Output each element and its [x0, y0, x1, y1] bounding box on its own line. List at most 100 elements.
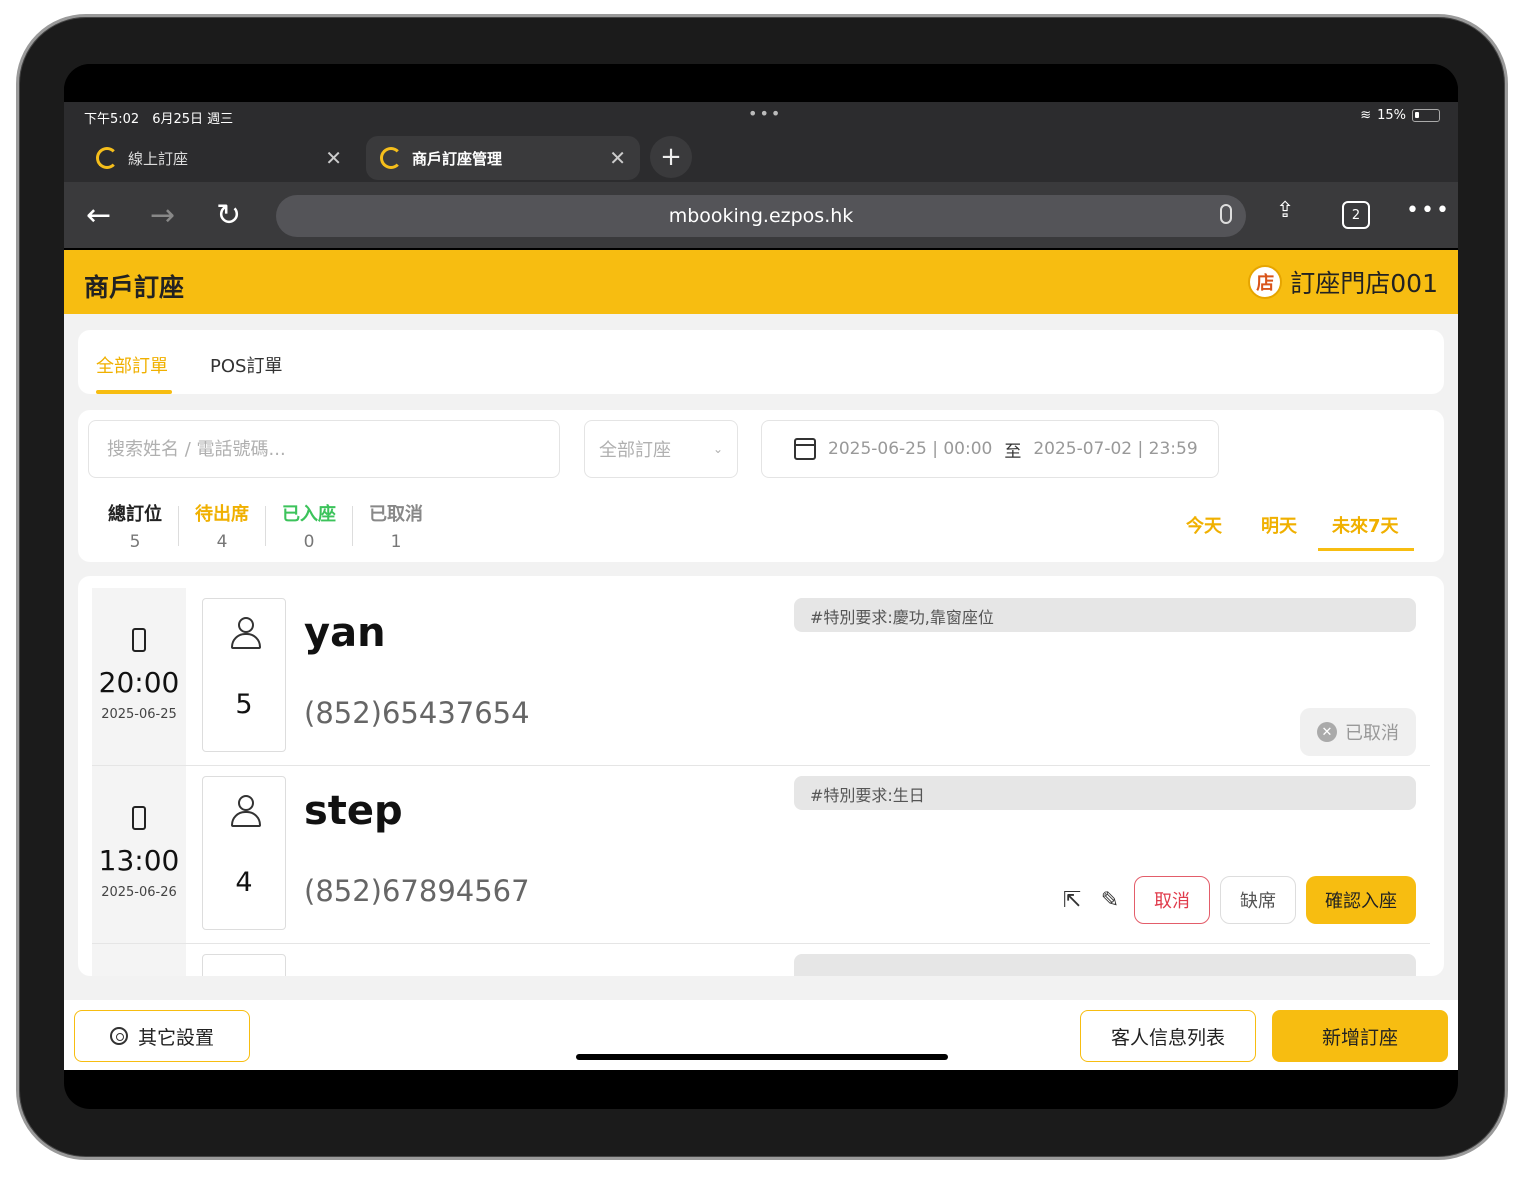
customer-phone: (852)67894567 [304, 874, 530, 908]
tab-pos-orders[interactable]: POS訂單 [210, 352, 282, 378]
booking-time-column: 20:00 2025-06-25 [92, 588, 186, 765]
stat-label: 已取消 [369, 504, 423, 525]
date-to: 2025-07-02 | 23:59 [1033, 439, 1198, 459]
active-quick-indicator [1318, 548, 1414, 551]
cancel-circle-icon: ✕ [1317, 722, 1337, 742]
url-text: mbooking.ezpos.hk [668, 205, 854, 227]
booking-date: 2025-06-26 [101, 885, 177, 900]
quick-tomorrow[interactable]: 明天 [1261, 512, 1297, 538]
guest-list-button[interactable]: 客人信息列表 [1080, 1010, 1256, 1062]
stat-label: 待出席 [195, 504, 249, 525]
reload-icon[interactable]: ↻ [216, 198, 241, 233]
person-icon [229, 795, 261, 827]
browser-tab-booking[interactable]: 線上訂座 ✕ [82, 136, 356, 180]
status-time: 下午5:02 6月25日 週三 [84, 112, 234, 127]
mobile-phone-icon [132, 806, 146, 830]
site-logo-icon [380, 147, 402, 169]
forward-arrow-icon[interactable]: → [150, 198, 175, 233]
booking-type-select[interactable]: 全部訂座 ⌄ [584, 420, 738, 478]
site-logo-icon [96, 147, 118, 169]
stat-count: 5 [129, 532, 141, 552]
new-booking-button[interactable]: 新增訂座 [1272, 1010, 1448, 1062]
multitask-dots-icon[interactable]: ••• [748, 104, 782, 123]
chevron-down-icon: ⌄ [712, 442, 723, 456]
guest-count: 5 [235, 689, 253, 720]
address-bar[interactable]: mbooking.ezpos.hk [276, 195, 1246, 237]
search-input[interactable] [88, 420, 560, 478]
tab-title: 商戶訂座管理 [412, 149, 503, 168]
guest-count: 4 [235, 867, 253, 898]
settings-icon [109, 1027, 128, 1045]
app-content: 商戶訂座 店 訂座門店001 全部訂單 POS訂單 全部訂座 ⌄ 2025-06… [64, 250, 1458, 1070]
special-request-note: #特別要求:慶功,靠窗座位 [794, 598, 1416, 632]
tab-count-button[interactable]: 2 [1342, 201, 1370, 229]
store-name: 訂座門店001 [1290, 269, 1438, 298]
app-header: 商戶訂座 店 訂座門店001 [64, 250, 1458, 314]
new-tab-button[interactable]: + [650, 136, 692, 178]
customer-phone: (852)65437654 [304, 696, 530, 730]
quick-next-7-days[interactable]: 未來7天 [1332, 512, 1399, 538]
quick-today[interactable]: 今天 [1186, 512, 1222, 538]
other-settings-button[interactable]: 其它設置 [74, 1010, 250, 1062]
home-indicator [576, 1054, 948, 1060]
no-show-button[interactable]: 缺席 [1220, 876, 1296, 924]
customer-name: yan [304, 610, 386, 656]
guest-count-box [202, 954, 286, 976]
booking-list: 20:00 2025-06-25 5 yan (852)65437654 #特別… [78, 576, 1444, 976]
close-icon[interactable]: ✕ [325, 146, 342, 170]
tab-title: 線上訂座 [128, 149, 189, 168]
close-icon[interactable]: ✕ [609, 146, 626, 170]
confirm-seated-button[interactable]: 確認入座 [1306, 876, 1416, 924]
select-value: 全部訂座 [599, 440, 671, 461]
status-label: 已取消 [1345, 723, 1399, 744]
stat-count: 4 [216, 532, 228, 552]
booking-time-column [92, 944, 186, 976]
stat-label: 已入座 [282, 504, 336, 525]
other-settings-label: 其它設置 [137, 1026, 214, 1049]
person-icon [229, 617, 261, 649]
battery-percent: 15% [1377, 108, 1406, 123]
store-selector[interactable]: 店 訂座門店001 [1248, 264, 1438, 300]
page-title: 商戶訂座 [84, 273, 185, 302]
special-request-note [794, 954, 1416, 976]
more-icon[interactable]: ••• [1406, 198, 1451, 223]
store-icon: 店 [1248, 265, 1283, 299]
order-tabs: 全部訂單 POS訂單 [78, 330, 1444, 394]
booking-row[interactable]: 20:00 2025-06-25 5 yan (852)65437654 #特別… [92, 588, 1430, 766]
booking-time-column: 13:00 2025-06-26 [92, 766, 186, 943]
stat-pending[interactable]: 待出席 4 [179, 500, 265, 552]
customer-name: step [304, 788, 403, 834]
wifi-icon: ≋ [1360, 108, 1372, 123]
date-separator: 至 [1004, 441, 1022, 462]
battery-icon [1412, 109, 1440, 122]
tab-all-orders[interactable]: 全部訂單 [96, 352, 168, 378]
filter-panel: 全部訂座 ⌄ 2025-06-25 | 00:00 至 2025-07-02 |… [78, 410, 1444, 562]
share-icon[interactable]: ⇪ [1276, 198, 1294, 223]
date-from: 2025-06-25 | 00:00 [828, 439, 993, 459]
microphone-icon[interactable] [1220, 204, 1232, 224]
booking-time: 13:00 [98, 844, 180, 877]
stat-total[interactable]: 總訂位 5 [92, 500, 178, 552]
booking-time: 20:00 [98, 666, 180, 699]
stat-label: 總訂位 [108, 504, 162, 525]
screen: 下午5:02 6月25日 週三 ••• ≋ 15% 線上訂座 ✕ 商戶訂座管理 … [64, 64, 1458, 1109]
status-indicators: ≋ 15% [1360, 108, 1440, 123]
mobile-phone-icon [132, 628, 146, 652]
edit-note-icon[interactable]: ✎ [1096, 886, 1124, 914]
booking-actions: ⇱ ✎ 取消 缺席 確認入座 [1058, 876, 1416, 924]
date-range-picker[interactable]: 2025-06-25 | 00:00 至 2025-07-02 | 23:59 [761, 420, 1219, 478]
stat-count: 0 [303, 532, 315, 552]
booking-row[interactable] [92, 944, 1430, 976]
booking-date: 2025-06-25 [101, 707, 177, 722]
external-link-icon[interactable]: ⇱ [1058, 886, 1086, 914]
stat-cancelled[interactable]: 已取消 1 [353, 500, 439, 552]
browser-tab-merchant[interactable]: 商戶訂座管理 ✕ [366, 136, 640, 180]
back-arrow-icon[interactable]: ← [86, 198, 111, 233]
guest-count-box: 4 [202, 776, 286, 930]
booking-row[interactable]: 13:00 2025-06-26 4 step (852)67894567 #特… [92, 766, 1430, 944]
stat-seated[interactable]: 已入座 0 [266, 500, 352, 552]
cancel-booking-button[interactable]: 取消 [1134, 876, 1210, 924]
special-request-note: #特別要求:生日 [794, 776, 1416, 810]
guest-count-box: 5 [202, 598, 286, 752]
active-tab-indicator [96, 390, 172, 394]
